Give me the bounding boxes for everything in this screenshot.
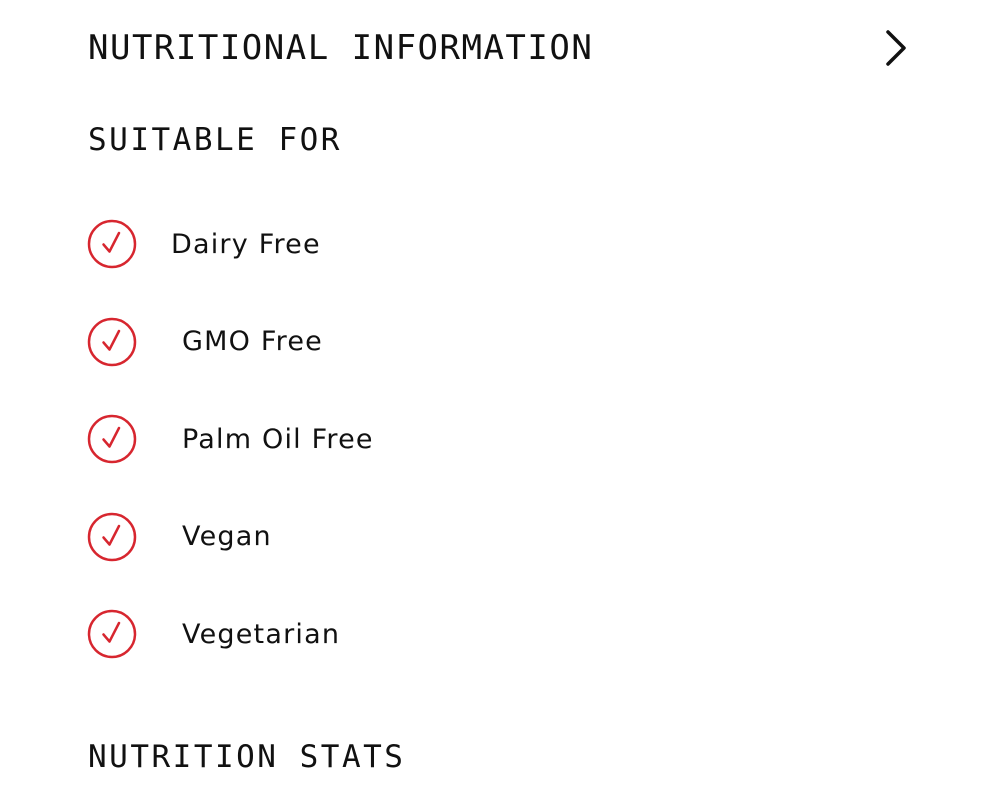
suitable-for-list: Dairy Free GMO Free Palm Oil Free Vegan … [86, 218, 374, 706]
diet-label-palm-oil-free: Palm Oil Free [182, 423, 374, 455]
check-circle-icon [87, 317, 137, 366]
list-item: GMO Free [86, 316, 374, 368]
check-circle-icon [87, 512, 137, 561]
diet-label-gmo-free: GMO Free [182, 326, 323, 357]
chevron-right-icon[interactable] [882, 28, 910, 68]
check-circle-icon [87, 609, 137, 659]
suitable-for-heading: SUITABLE FOR [88, 122, 342, 158]
diet-label-vegan: Vegan [182, 521, 272, 552]
list-item: Vegetarian [86, 608, 374, 660]
nutrition-stats-heading: NUTRITION STATS [88, 739, 406, 775]
diet-label-vegetarian: Vegetarian [182, 618, 341, 650]
diet-label-dairy-free: Dairy Free [171, 228, 321, 260]
section-title: NUTRITIONAL INFORMATION [88, 28, 594, 68]
nutritional-information-toggle[interactable]: NUTRITIONAL INFORMATION [88, 22, 920, 74]
check-circle-icon [87, 414, 137, 464]
list-item: Dairy Free [86, 218, 374, 270]
list-item: Palm Oil Free [86, 413, 374, 465]
list-item: Vegan [86, 511, 374, 563]
check-circle-icon [87, 219, 137, 269]
